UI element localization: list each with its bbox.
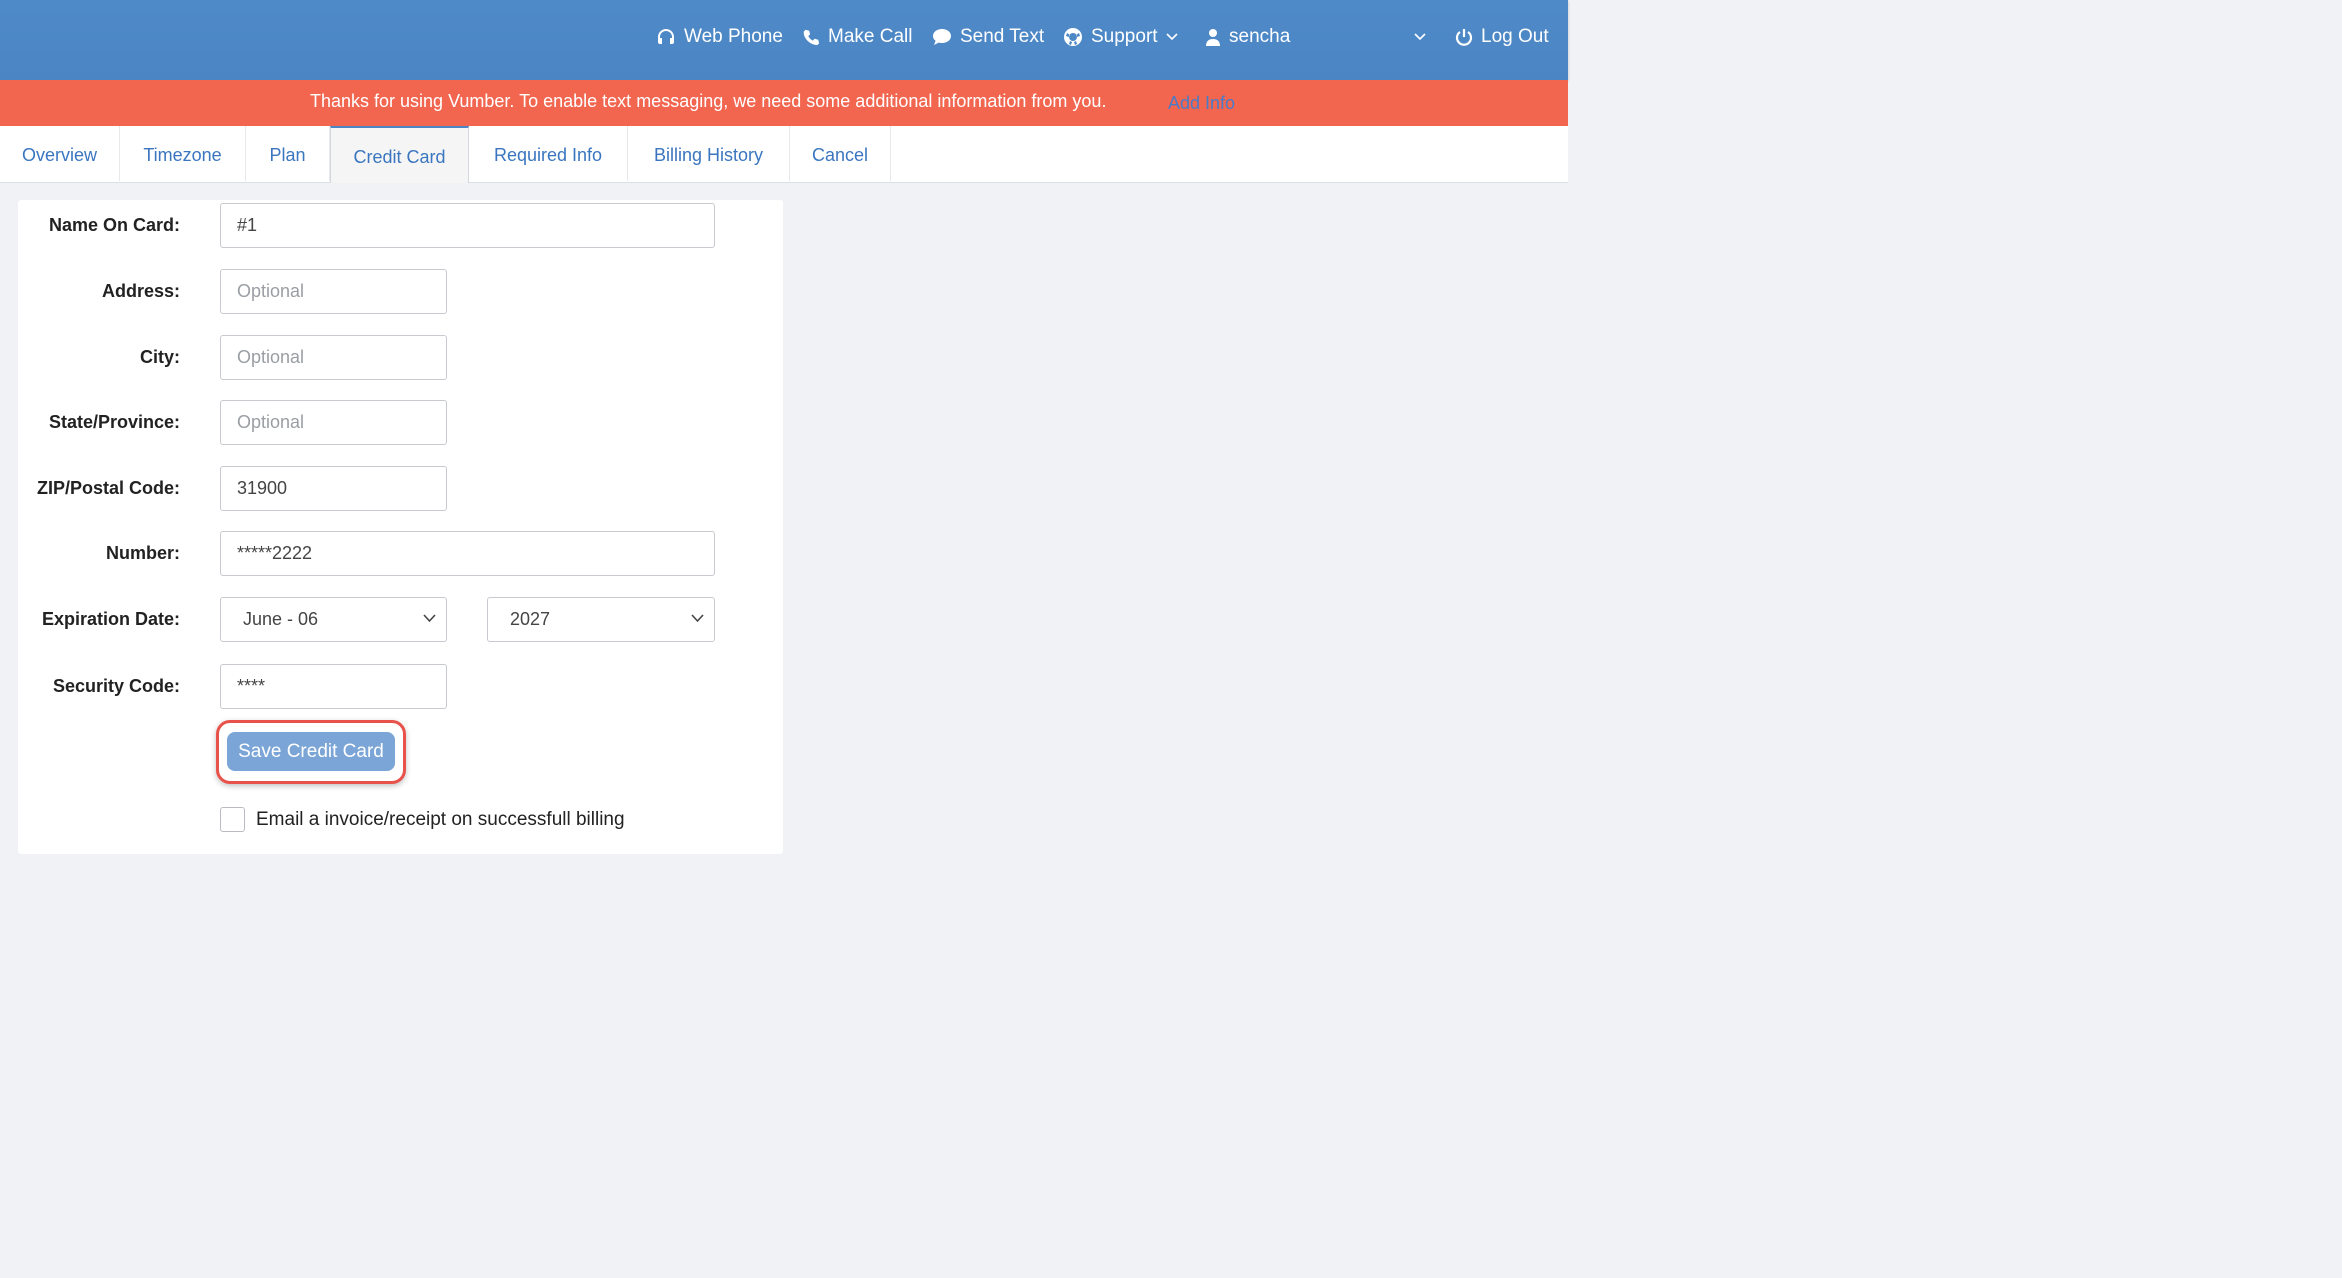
credit-card-form: Name On Card: Address: City: State/Provi… — [18, 200, 783, 854]
name-on-card-input[interactable] — [220, 203, 715, 248]
support-menu[interactable]: Support — [1063, 22, 1178, 52]
email-receipt-checkbox[interactable] — [220, 807, 245, 832]
support-label: Support — [1091, 26, 1158, 47]
settings-tabs: Overview Timezone Plan Credit Card Requi… — [0, 126, 1568, 183]
send-text-link[interactable]: Send Text — [932, 22, 1044, 52]
tab-cancel[interactable]: Cancel — [790, 126, 891, 181]
add-info-link[interactable]: Add Info — [1168, 93, 1235, 114]
security-code-input[interactable] — [220, 664, 447, 709]
send-text-label: Send Text — [960, 26, 1045, 47]
notification-banner: Thanks for using Vumber. To enable text … — [0, 80, 1568, 126]
power-icon — [1455, 28, 1473, 46]
save-credit-card-button[interactable]: Save Credit Card — [227, 732, 395, 771]
address-input[interactable] — [220, 269, 447, 314]
headset-icon — [658, 29, 674, 44]
address-label: Address: — [101, 281, 180, 301]
top-nav-bar: Web Phone Make Call Send Text Support se… — [0, 0, 1568, 80]
save-button-highlight: Save Credit Card — [216, 720, 406, 784]
state-province-label: State/Province: — [48, 412, 180, 432]
username-label: sencha — [1229, 26, 1291, 47]
make-call-link[interactable]: Make Call — [802, 22, 912, 52]
tab-credit-card[interactable]: Credit Card — [330, 126, 469, 183]
phone-icon — [803, 29, 820, 46]
name-on-card-label: Name On Card: — [48, 215, 180, 235]
web-phone-label: Web Phone — [684, 26, 783, 47]
tab-plan[interactable]: Plan — [246, 126, 330, 181]
email-receipt-label: Email a invoice/receipt on successfull b… — [256, 809, 625, 830]
web-phone-link[interactable]: Web Phone — [656, 22, 783, 52]
make-call-label: Make Call — [828, 26, 913, 47]
chevron-down-icon — [423, 614, 436, 623]
state-province-input[interactable] — [220, 400, 447, 445]
tab-timezone[interactable]: Timezone — [120, 126, 246, 181]
zip-code-input[interactable] — [220, 466, 447, 511]
log-out-link[interactable]: Log Out — [1455, 22, 1549, 52]
chevron-down-icon — [691, 614, 704, 623]
expiration-month-select[interactable]: June - 06 — [220, 597, 447, 642]
banner-message: Thanks for using Vumber. To enable text … — [310, 91, 1107, 111]
card-number-input[interactable] — [220, 531, 715, 576]
log-out-label: Log Out — [1481, 26, 1549, 47]
chat-bubble-icon — [933, 29, 951, 45]
security-code-label: Security Code: — [52, 676, 180, 696]
tab-overview[interactable]: Overview — [0, 126, 120, 181]
city-input[interactable] — [220, 335, 447, 380]
user-menu-dropdown[interactable] — [1414, 22, 1426, 52]
tab-billing-history[interactable]: Billing History — [628, 126, 790, 181]
user-menu[interactable]: sencha — [1205, 22, 1290, 52]
card-number-label: Number: — [105, 543, 180, 563]
city-label: City: — [140, 347, 180, 367]
expiration-date-label: Expiration Date: — [41, 609, 180, 629]
chevron-down-icon — [1165, 33, 1178, 41]
user-icon — [1206, 29, 1220, 46]
chevron-down-icon — [1414, 33, 1426, 41]
zip-code-label: ZIP/Postal Code: — [36, 478, 180, 498]
expiration-month-value: June - 06 — [243, 609, 319, 629]
lifebuoy-icon — [1064, 28, 1082, 46]
expiration-year-value: 2027 — [510, 609, 551, 629]
expiration-year-select[interactable]: 2027 — [487, 597, 715, 642]
tab-required-info[interactable]: Required Info — [469, 126, 628, 181]
